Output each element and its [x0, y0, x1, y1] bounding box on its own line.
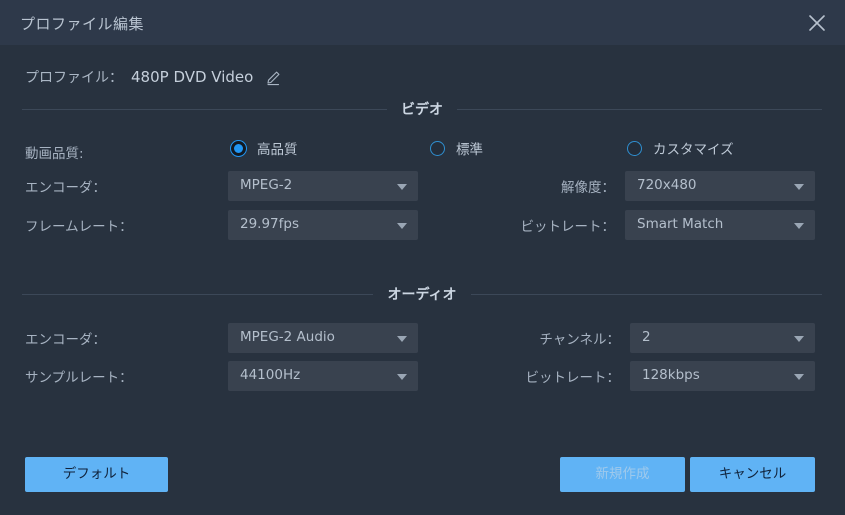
audio-channel-select[interactable]: 2: [630, 323, 815, 353]
video-resolution-value: 720x480: [637, 177, 697, 193]
profile-name-value: 480P DVD Video: [131, 68, 254, 86]
video-encoder-value: MPEG-2: [240, 177, 293, 193]
radio-standard[interactable]: 標準: [430, 138, 483, 158]
divider-rule-left: [22, 293, 374, 295]
default-button[interactable]: デフォルト: [25, 457, 168, 492]
video-section-divider: ビデオ: [22, 100, 822, 118]
video-encoder-label: エンコーダ：: [25, 180, 106, 196]
video-resolution-select[interactable]: 720x480: [625, 171, 815, 201]
audio-channel-label: チャンネル：: [539, 332, 620, 348]
profile-edit-dialog: プロファイル編集 プロファイル： 480P DVD Video ビデオ 動画品質…: [0, 0, 845, 515]
radio-dot-icon: [430, 140, 445, 156]
audio-samplerate-value: 44100Hz: [240, 367, 301, 383]
video-bitrate-label: ビットレート：: [520, 219, 616, 235]
audio-encoder-value: MPEG-2 Audio: [240, 329, 335, 345]
chevron-down-icon: [794, 184, 804, 190]
radio-high-quality-label: 高品質: [257, 142, 298, 158]
audio-channel-value: 2: [642, 329, 651, 345]
radio-dot-icon: [627, 140, 642, 156]
audio-bitrate-value: 128kbps: [642, 367, 700, 383]
radio-custom-label: カスタマイズ: [653, 142, 734, 158]
audio-encoder-channel-row: エンコーダ： MPEG-2 Audio チャンネル： 2: [0, 323, 845, 353]
audio-bitrate-label: ビットレート：: [525, 370, 621, 386]
audio-samplerate-label: サンプルレート：: [25, 370, 133, 386]
audio-samplerate-bitrate-row: サンプルレート： 44100Hz ビットレート： 128kbps: [0, 361, 845, 391]
radio-standard-label: 標準: [456, 142, 483, 158]
audio-samplerate-select[interactable]: 44100Hz: [228, 361, 418, 391]
audio-encoder-label: エンコーダ：: [25, 332, 106, 348]
audio-bitrate-select[interactable]: 128kbps: [630, 361, 815, 391]
audio-encoder-select[interactable]: MPEG-2 Audio: [228, 323, 418, 353]
video-resolution-label: 解像度：: [561, 180, 615, 196]
video-framerate-label: フレームレート：: [25, 219, 133, 235]
video-bitrate-value: Smart Match: [637, 216, 724, 232]
cancel-button[interactable]: キャンセル: [690, 457, 815, 492]
chevron-down-icon: [794, 336, 804, 342]
video-quality-label: 動画品質:: [25, 146, 84, 162]
audio-section-title: オーディオ: [387, 287, 457, 303]
video-framerate-select[interactable]: 29.97fps: [228, 210, 418, 240]
title-bar: プロファイル編集: [0, 0, 845, 45]
close-icon[interactable]: [797, 4, 837, 42]
divider-rule-right: [457, 108, 822, 110]
profile-row: プロファイル： 480P DVD Video: [25, 66, 283, 88]
divider-rule-left: [22, 108, 387, 110]
profile-label: プロファイル：: [25, 70, 123, 86]
window-title: プロファイル編集: [20, 15, 145, 33]
chevron-down-icon: [794, 223, 804, 229]
video-encoder-select[interactable]: MPEG-2: [228, 171, 418, 201]
video-section-title: ビデオ: [401, 102, 443, 118]
radio-dot-icon: [231, 140, 246, 156]
divider-rule-right: [470, 293, 822, 295]
video-bitrate-select[interactable]: Smart Match: [625, 210, 815, 240]
chevron-down-icon: [794, 374, 804, 380]
video-encoder-resolution-row: エンコーダ： MPEG-2 解像度： 720x480: [0, 171, 845, 201]
video-framerate-value: 29.97fps: [240, 216, 300, 232]
audio-section-divider: オーディオ: [22, 285, 822, 303]
video-quality-row: 動画品質: 高品質 標準 カスタマイズ: [0, 137, 845, 165]
radio-custom[interactable]: カスタマイズ: [627, 138, 734, 158]
pencil-edit-icon[interactable]: [265, 68, 283, 86]
create-new-button[interactable]: 新規作成: [560, 457, 685, 492]
video-framerate-bitrate-row: フレームレート： 29.97fps ビットレート： Smart Match: [0, 210, 845, 240]
radio-high-quality[interactable]: 高品質: [231, 138, 298, 158]
